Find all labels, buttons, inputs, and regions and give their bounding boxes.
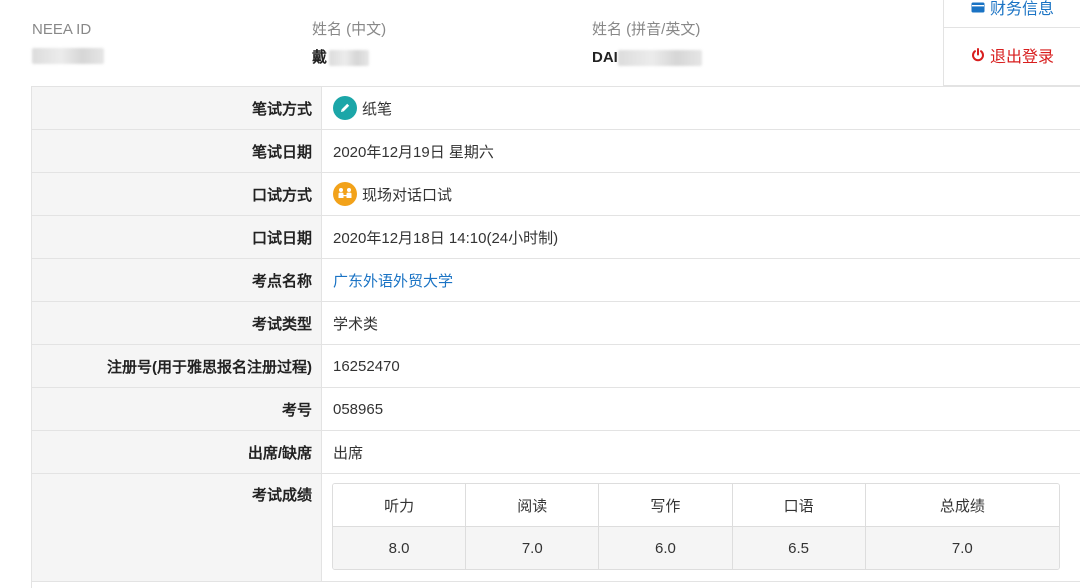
score-speaking: 6.5 bbox=[732, 527, 866, 569]
finance-info-label: 财务信息 bbox=[989, 0, 1054, 18]
attendance-label: 出席/缺席 bbox=[32, 431, 322, 473]
score-header-overall: 总成绩 bbox=[865, 484, 1059, 527]
wallet-icon bbox=[970, 0, 986, 15]
registration-no-value: 16252470 bbox=[333, 357, 400, 375]
neea-id-value bbox=[32, 48, 104, 64]
row-scores: 考试成绩 听力 阅读 写作 口语 总成绩 8.0 7.0 6.0 6.5 7.0 bbox=[32, 474, 1080, 582]
registration-no-label: 注册号(用于雅思报名注册过程) bbox=[32, 345, 322, 387]
row-exam-type: 考试类型 学术类 bbox=[32, 302, 1080, 345]
score-value-row: 8.0 7.0 6.0 6.5 7.0 bbox=[333, 527, 1059, 569]
venue-cell: 广东外语外贸大学 bbox=[322, 259, 1080, 301]
redacted-neea-id bbox=[32, 48, 104, 64]
logout-link[interactable]: 退出登录 bbox=[944, 38, 1080, 72]
pencil-icon bbox=[333, 96, 357, 120]
row-candidate-no: 考号 058965 bbox=[32, 388, 1080, 431]
name-cn-value: 戴 bbox=[312, 49, 328, 66]
candidate-header: NEEA ID 姓名 (中文) 戴 姓名 (拼音/英文) DAI 财务信息 退出… bbox=[0, 0, 1080, 86]
neea-id-label: NEEA ID bbox=[32, 21, 92, 38]
score-overall: 7.0 bbox=[865, 527, 1059, 569]
score-header-reading: 阅读 bbox=[466, 484, 600, 527]
score-header-listening: 听力 bbox=[333, 484, 467, 527]
scores-cell: 听力 阅读 写作 口语 总成绩 8.0 7.0 6.0 6.5 7.0 bbox=[322, 474, 1080, 581]
candidate-no-value: 058965 bbox=[333, 400, 384, 418]
venue-label: 考点名称 bbox=[32, 259, 322, 301]
row-written-date: 笔试日期 2020年12月19日 星期六 bbox=[32, 130, 1080, 173]
speaking-mode-label: 口试方式 bbox=[32, 173, 322, 215]
score-reading: 7.0 bbox=[466, 527, 600, 569]
row-written-mode: 笔试方式 纸笔 bbox=[32, 87, 1080, 130]
written-mode-value: 纸笔 bbox=[362, 100, 393, 118]
logout-label: 退出登录 bbox=[989, 49, 1054, 66]
row-registration-no: 注册号(用于雅思报名注册过程) 16252470 bbox=[32, 345, 1080, 388]
score-header-row: 听力 阅读 写作 口语 总成绩 bbox=[333, 484, 1059, 527]
name-en-label: 姓名 (拼音/英文) bbox=[592, 21, 701, 38]
exam-type-label: 考试类型 bbox=[32, 302, 322, 344]
row-attendance: 出席/缺席 出席 bbox=[32, 431, 1080, 474]
scores-label: 考试成绩 bbox=[32, 474, 322, 581]
score-table: 听力 阅读 写作 口语 总成绩 8.0 7.0 6.0 6.5 7.0 bbox=[332, 483, 1060, 570]
neea-id-block: NEEA ID bbox=[32, 20, 104, 64]
exam-type-value: 学术类 bbox=[333, 315, 379, 333]
name-cn-value-row: 戴 bbox=[312, 48, 386, 68]
score-writing: 6.0 bbox=[599, 527, 733, 569]
row-speaking-mode: 口试方式 现场对话口试 bbox=[32, 173, 1080, 216]
name-cn-label: 姓名 (中文) bbox=[312, 21, 387, 38]
exam-details-table: 笔试方式 纸笔 笔试日期 2020年12月19日 星期六 口试方式 现场对话口试… bbox=[31, 86, 1080, 588]
name-en-block: 姓名 (拼音/英文) DAI bbox=[592, 20, 702, 68]
row-speaking-date: 口试日期 2020年12月18日 14:10(24小时制) bbox=[32, 216, 1080, 259]
finance-info-link[interactable]: 财务信息 bbox=[944, 0, 1080, 28]
speaking-date-value: 2020年12月18日 14:10(24小时制) bbox=[333, 229, 559, 247]
attendance-value: 出席 bbox=[333, 444, 364, 462]
speaking-mode-cell: 现场对话口试 bbox=[322, 173, 1080, 215]
power-icon bbox=[970, 47, 986, 63]
name-cn-block: 姓名 (中文) 戴 bbox=[312, 20, 386, 68]
venue-link[interactable]: 广东外语外贸大学 bbox=[333, 270, 453, 291]
row-venue: 考点名称 广东外语外贸大学 bbox=[32, 259, 1080, 302]
score-listening: 8.0 bbox=[333, 527, 467, 569]
account-menu: 财务信息 退出登录 bbox=[943, 0, 1080, 86]
written-mode-cell: 纸笔 bbox=[322, 87, 1080, 129]
name-en-value-row: DAI bbox=[592, 48, 702, 68]
face-to-face-icon bbox=[333, 182, 357, 206]
score-header-writing: 写作 bbox=[599, 484, 733, 527]
speaking-mode-value: 现场对话口试 bbox=[362, 186, 453, 204]
redacted-name-cn bbox=[329, 50, 370, 66]
score-header-speaking: 口语 bbox=[732, 484, 866, 527]
speaking-date-label: 口试日期 bbox=[32, 216, 322, 258]
written-date-label: 笔试日期 bbox=[32, 130, 322, 172]
redacted-name-en bbox=[617, 50, 702, 66]
written-date-value: 2020年12月19日 星期六 bbox=[333, 143, 494, 161]
name-en-value: DAI bbox=[592, 49, 618, 66]
written-mode-label: 笔试方式 bbox=[32, 87, 322, 129]
candidate-no-label: 考号 bbox=[32, 388, 322, 430]
